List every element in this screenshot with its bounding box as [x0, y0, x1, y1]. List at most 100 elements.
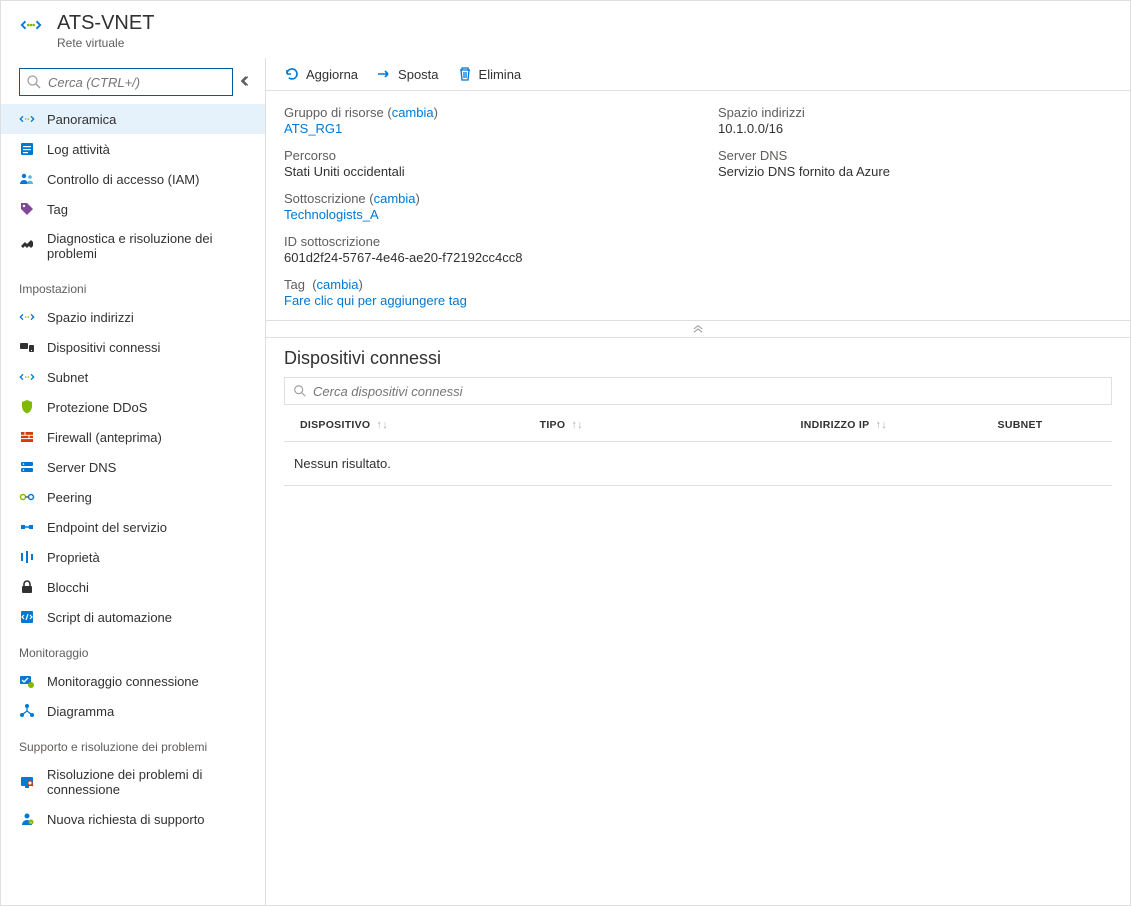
delete-button[interactable]: Elimina [457, 66, 522, 82]
sidebar-item-diagramma[interactable]: Diagramma [1, 696, 265, 726]
sidebar-item-firewall-anteprima[interactable]: Firewall (anteprima) [1, 422, 265, 452]
subscription-value[interactable]: Technologists_A [284, 207, 678, 222]
sidebar-search[interactable] [19, 68, 233, 96]
collapse-sidebar-button[interactable] [239, 74, 253, 91]
sidebar-item-spazio-indirizzi[interactable]: Spazio indirizzi [1, 302, 265, 332]
sidebar-section-monitoring: Monitoraggio [1, 632, 265, 666]
sidebar-section-settings: Impostazioni [1, 268, 265, 302]
sidebar-item-controllo-di-accesso-iam[interactable]: Controllo di accesso (IAM) [1, 164, 265, 194]
col-device[interactable]: DISPOSITIVO↑↓ [292, 409, 532, 441]
sidebar-search-input[interactable] [48, 75, 226, 90]
col-subnet[interactable]: SUBNET [990, 409, 1112, 441]
sidebar-item-monitoraggio-connessione[interactable]: Monitoraggio connessione [1, 666, 265, 696]
sidebar-item-blocchi[interactable]: Blocchi [1, 572, 265, 602]
support-icon: + [19, 811, 35, 827]
dns-icon [19, 459, 35, 475]
vnet-icon [19, 369, 35, 385]
sidebar-item-panoramica[interactable]: Panoramica [1, 104, 265, 134]
sidebar: Panoramica Log attività Controllo di acces… [1, 58, 266, 905]
refresh-icon [284, 66, 300, 82]
sidebar-item-risoluzione-dei-problemi-di-connessione[interactable]: Risoluzione dei problemi di connessione [1, 760, 265, 804]
sidebar-item-label: Risoluzione dei problemi di connessione [47, 767, 247, 797]
sidebar-item-label: Script di automazione [47, 610, 172, 625]
dns-label: Server DNS [718, 148, 1112, 163]
connection-monitor-icon [19, 673, 35, 689]
sidebar-item-dispositivi-connessi[interactable]: Dispositivi connessi [1, 332, 265, 362]
sidebar-item-label: Log attività [47, 142, 110, 157]
sidebar-item-protezione-ddos[interactable]: Protezione DDoS [1, 392, 265, 422]
devices-search[interactable] [284, 377, 1112, 405]
endpoint-icon [19, 519, 35, 535]
sidebar-item-label: Tag [47, 202, 68, 217]
overview-panel: Gruppo di risorse (cambia) ATS_RG1 Perco… [266, 91, 1130, 320]
devices-icon [19, 339, 35, 355]
vnet-icon [19, 309, 35, 325]
vnet-icon [19, 111, 35, 127]
sidebar-item-subnet[interactable]: Subnet [1, 362, 265, 392]
script-icon [19, 609, 35, 625]
subscription-change-link[interactable]: cambia [374, 191, 416, 206]
dns-value: Servizio DNS fornito da Azure [718, 164, 1112, 179]
vnet-logo-icon [19, 13, 43, 37]
sidebar-item-label: Panoramica [47, 112, 116, 127]
page-subtitle: Rete virtuale [57, 36, 154, 50]
subscription-id-value: 601d2f24-5767-4e46-ae20-f72192cc4cc8 [284, 250, 678, 265]
sidebar-section-support: Supporto e risoluzione dei problemi [1, 726, 265, 760]
diagram-icon [19, 703, 35, 719]
subscription-id-label: ID sottoscrizione [284, 234, 678, 249]
sidebar-item-label: Dispositivi connessi [47, 340, 160, 355]
subscription-label: Sottoscrizione [284, 191, 366, 206]
sidebar-item-nuova-richiesta-di-supporto[interactable]: +Nuova richiesta di supporto [1, 804, 265, 834]
page-header: ATS-VNET Rete virtuale [1, 1, 1130, 58]
sidebar-item-server-dns[interactable]: Server DNS [1, 452, 265, 482]
activity-log-icon [19, 141, 35, 157]
col-ip[interactable]: INDIRIZZO IP↑↓ [793, 409, 990, 441]
resource-group-change-link[interactable]: cambia [392, 105, 434, 120]
sidebar-item-label: Subnet [47, 370, 88, 385]
refresh-button[interactable]: Aggiorna [284, 66, 358, 82]
lock-icon [19, 579, 35, 595]
sidebar-item-propriet[interactable]: Proprietà [1, 542, 265, 572]
diagnose-icon [19, 238, 35, 254]
page-title: ATS-VNET [57, 11, 154, 35]
properties-icon [19, 549, 35, 565]
col-type[interactable]: TIPO↑↓ [532, 409, 793, 441]
collapse-overview-button[interactable] [266, 320, 1130, 338]
sidebar-item-label: Diagnostica e risoluzione dei problemi [47, 231, 247, 261]
devices-no-result: Nessun risultato. [284, 442, 1112, 486]
sort-icon: ↑↓ [571, 419, 583, 431]
move-icon [376, 66, 392, 82]
tags-change-link[interactable]: cambia [317, 277, 359, 292]
sidebar-item-log-attivit[interactable]: Log attività [1, 134, 265, 164]
sort-icon: ↑↓ [875, 419, 887, 431]
search-icon [26, 74, 42, 90]
devices-table-header: DISPOSITIVO↑↓ TIPO↑↓ INDIRIZZO IP↑↓ SUBN… [284, 409, 1112, 442]
peering-icon [19, 489, 35, 505]
toolbar: Aggiorna Sposta Elimina [266, 58, 1130, 91]
firewall-icon [19, 429, 35, 445]
resource-group-value[interactable]: ATS_RG1 [284, 121, 678, 136]
sidebar-item-label: Controllo di accesso (IAM) [47, 172, 199, 187]
sidebar-item-tag[interactable]: Tag [1, 194, 265, 224]
sidebar-item-label: Endpoint del servizio [47, 520, 167, 535]
address-space-value: 10.1.0.0/16 [718, 121, 1112, 136]
sidebar-item-label: Proprietà [47, 550, 100, 565]
sidebar-item-endpoint-del-servizio[interactable]: Endpoint del servizio [1, 512, 265, 542]
sidebar-item-label: Peering [47, 490, 92, 505]
sidebar-item-label: Spazio indirizzi [47, 310, 134, 325]
tags-add-link[interactable]: Fare clic qui per aggiungere tag [284, 293, 678, 308]
sidebar-item-script-di-automazione[interactable]: Script di automazione [1, 602, 265, 632]
tag-icon [19, 201, 35, 217]
sidebar-item-label: Firewall (anteprima) [47, 430, 162, 445]
move-button[interactable]: Sposta [376, 66, 438, 82]
sidebar-item-peering[interactable]: Peering [1, 482, 265, 512]
devices-search-input[interactable] [313, 384, 1103, 399]
resource-group-label: Gruppo di risorse [284, 105, 384, 120]
iam-icon [19, 171, 35, 187]
chevron-up-double-icon [691, 324, 705, 334]
sidebar-item-label: Diagramma [47, 704, 114, 719]
delete-icon [457, 66, 473, 82]
sidebar-item-diagnostica-e-risoluzione-dei-problemi[interactable]: Diagnostica e risoluzione dei problemi [1, 224, 265, 268]
devices-heading: Dispositivi connessi [284, 348, 1112, 369]
address-space-label: Spazio indirizzi [718, 105, 1112, 120]
